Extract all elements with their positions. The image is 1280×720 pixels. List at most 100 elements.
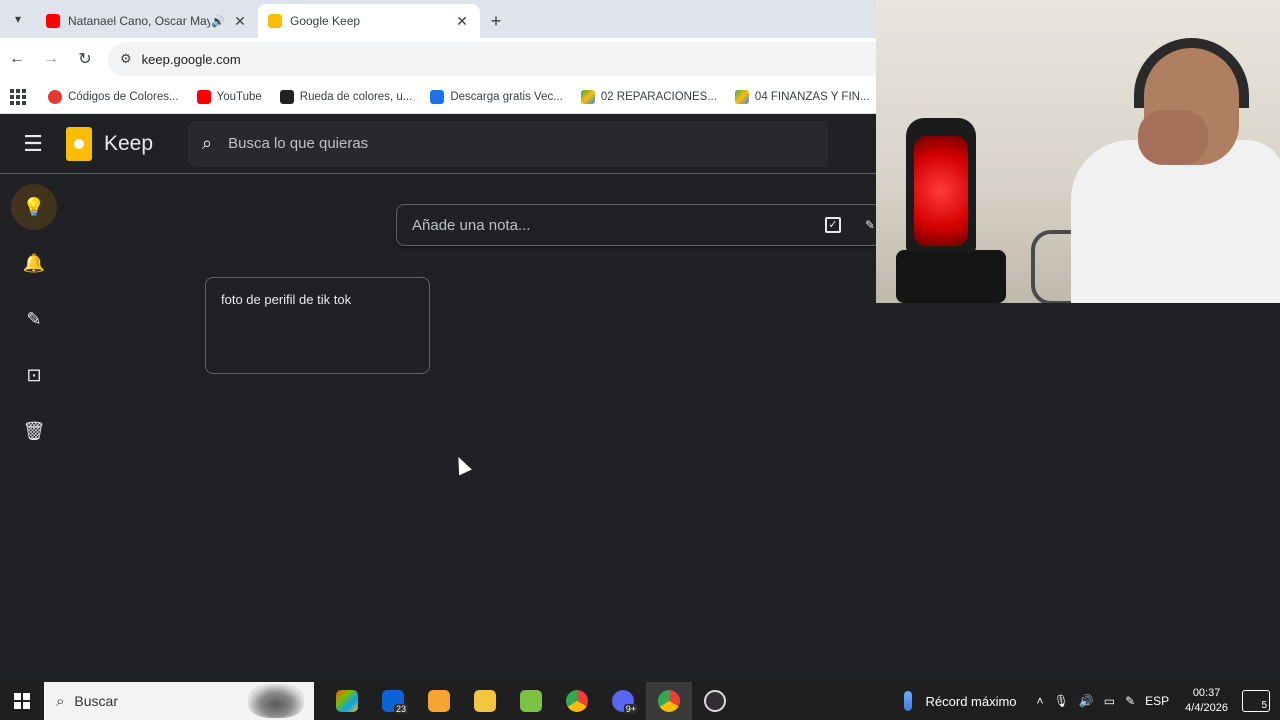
mail-app-button[interactable]: 23 (370, 682, 416, 720)
taskbar: ⌕ Buscar 23 9+ Récord máximo ˄ 🎙 🔊 ▭ ✎ E… (0, 682, 1280, 720)
tab-search-icon[interactable]: ▾ (0, 0, 36, 38)
bookmark-favicon-icon (430, 89, 445, 104)
weather-widget[interactable]: Récord máximo (903, 691, 1017, 711)
main-menu-icon[interactable]: ☰ (0, 131, 66, 157)
store-app-button[interactable] (324, 682, 370, 720)
archive-icon: ⊡ (26, 364, 42, 385)
bookmark-item[interactable]: 04 FINANZAS Y FIN... (734, 89, 870, 104)
chrome-icon (566, 690, 588, 712)
bookmark-item[interactable]: Códigos de Colores... (48, 89, 179, 104)
discord-button[interactable]: 9+ (600, 682, 646, 720)
mic-stand (896, 250, 1006, 303)
bookmark-label: 04 FINANZAS Y FIN... (754, 90, 870, 103)
youtube-favicon-icon (46, 14, 60, 28)
chrome-icon (658, 690, 680, 712)
notification-center-button[interactable]: 5 (1242, 690, 1270, 712)
system-tray: Récord máximo ˄ 🎙 🔊 ▭ ✎ ESP 00:37 4/4/20… (903, 682, 1280, 720)
sidebar: 💡 🔔 ✎ ⊡ 🗑 (0, 174, 70, 454)
forward-arrow-icon[interactable]: → (34, 42, 68, 76)
sidebar-item-notes[interactable]: 💡 (11, 184, 57, 230)
windows-logo-icon (14, 693, 30, 709)
address-bar[interactable]: ⚙ keep.google.com (108, 42, 876, 76)
discord-badge: 9+ (623, 704, 638, 714)
pen-icon[interactable]: ✎ (1125, 694, 1135, 708)
search-icon[interactable]: ⌕ (202, 133, 212, 154)
bookmark-favicon-icon (48, 89, 62, 104)
obs-button[interactable] (692, 682, 738, 720)
start-button[interactable] (0, 682, 44, 720)
tab-youtube[interactable]: Natanael Cano, Oscar Mayo 🔊 ✕ (36, 4, 258, 38)
close-tab-icon[interactable]: ✕ (232, 13, 248, 30)
weather-text: Récord máximo (925, 693, 1017, 709)
close-tab-icon[interactable]: ✕ (454, 13, 470, 30)
take-note-input[interactable]: Añade una nota... ✓ ✎ (396, 204, 886, 246)
bookmark-label: Descarga gratis Vec... (450, 90, 563, 103)
new-list-checkbox-icon[interactable]: ✓ (825, 217, 841, 233)
keep-header: ☰ Keep ⌕ Busca lo que quieras (0, 114, 876, 174)
apps-grid-icon[interactable] (10, 88, 26, 105)
bookmark-label: YouTube (216, 90, 262, 103)
chrome-profile-button[interactable] (646, 682, 692, 720)
volume-icon[interactable]: 🔊 (1079, 694, 1094, 708)
notification-count: 5 (1261, 700, 1267, 711)
sidebar-item-reminders[interactable]: 🔔 (11, 240, 57, 286)
chrome-button[interactable] (554, 682, 600, 720)
back-arrow-icon[interactable]: ← (0, 42, 34, 76)
file-explorer-button[interactable] (462, 682, 508, 720)
trash-icon: 🗑 (22, 420, 46, 441)
microphone-icon[interactable]: 🎙 (1054, 694, 1069, 708)
obs-icon (704, 690, 726, 712)
thermometer-icon (903, 691, 912, 711)
sidebar-item-edit-labels[interactable]: ✎ (11, 296, 57, 342)
media-player-button[interactable] (416, 682, 462, 720)
search-bar[interactable]: ⌕ Busca lo que quieras (188, 120, 828, 167)
reload-icon[interactable]: ↻ (68, 42, 102, 76)
lightbulb-icon: 💡 (22, 196, 46, 217)
mouse-cursor-icon (452, 454, 472, 476)
clock-date: 4/4/2026 (1185, 702, 1228, 714)
bookmark-item[interactable]: Descarga gratis Vec... (430, 89, 563, 104)
language-indicator[interactable]: ESP (1145, 694, 1169, 708)
note-placeholder: Añade una nota... (412, 216, 531, 234)
sidebar-item-archive[interactable]: ⊡ (11, 352, 57, 398)
media-player-icon (428, 690, 450, 712)
bookmark-favicon-icon (279, 89, 294, 104)
youtube-icon (196, 89, 211, 104)
sidebar-item-trash[interactable]: 🗑 (11, 408, 57, 454)
network-icon[interactable]: ▭ (1104, 694, 1115, 708)
folder-icon (474, 690, 496, 712)
bookmark-item[interactable]: 02 REPARACIONES... (580, 89, 717, 104)
keep-logo-icon[interactable] (66, 126, 92, 161)
site-info-icon[interactable]: ⚙ (120, 51, 132, 67)
chevron-up-icon[interactable]: ˄ (1037, 694, 1044, 708)
mail-badge: 23 (393, 704, 408, 714)
bookmark-label: Códigos de Colores... (68, 90, 179, 103)
taskbar-apps: 23 9+ (324, 682, 738, 720)
note-card[interactable]: foto de perifil de tik tok (205, 277, 430, 374)
speaker-icon[interactable]: 🔊 (210, 15, 226, 28)
bookmark-item[interactable]: Rueda de colores, u... (279, 89, 413, 104)
new-drawing-icon[interactable]: ✎ (865, 218, 875, 232)
search-placeholder: Busca lo que quieras (228, 135, 369, 152)
drive-icon (580, 89, 595, 104)
bookmark-label: 02 REPARACIONES... (600, 90, 717, 103)
note-text: foto de perifil de tik tok (221, 292, 352, 307)
android-app-button[interactable] (508, 682, 554, 720)
tab-title: Natanael Cano, Oscar Mayo (68, 14, 210, 28)
taskbar-search[interactable]: ⌕ Buscar (44, 682, 314, 720)
clock[interactable]: 00:37 4/4/2026 (1185, 686, 1228, 716)
browser-toolbar: ← → ↻ ⚙ keep.google.com (0, 38, 876, 80)
store-icon (336, 690, 358, 712)
pencil-icon: ✎ (26, 308, 42, 329)
person-hand (1138, 110, 1208, 165)
search-icon: ⌕ (56, 692, 65, 710)
keep-favicon-icon (268, 14, 282, 28)
browser-tabstrip: ▾ Natanael Cano, Oscar Mayo 🔊 ✕ Google K… (0, 0, 876, 38)
bookmark-item[interactable]: YouTube (196, 89, 262, 104)
app-name[interactable]: Keep (104, 132, 188, 156)
new-tab-plus-icon[interactable]: + (480, 4, 512, 38)
tray-icons: ˄ 🎙 🔊 ▭ ✎ ESP (1037, 694, 1180, 708)
tab-google-keep[interactable]: Google Keep ✕ (258, 4, 480, 38)
bell-icon: 🔔 (22, 252, 46, 273)
bookmark-label: Rueda de colores, u... (299, 90, 413, 103)
